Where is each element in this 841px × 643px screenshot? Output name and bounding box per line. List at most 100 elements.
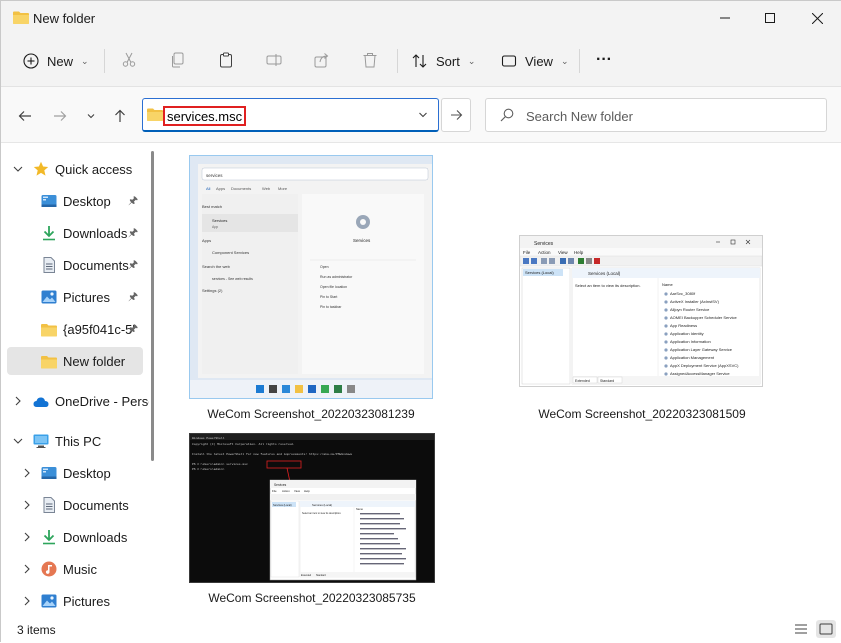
command-bar: New ⌄ Sort ⌄ View ⌄ ··· [1, 35, 841, 87]
sidebar-item-pc-documents[interactable]: Documents [1, 491, 149, 519]
menu-item: File [523, 250, 531, 255]
services-window-screenshot: Services File Action View Help Services … [520, 236, 762, 386]
apps-header: Apps [202, 238, 211, 243]
thumbnail-image: services All Apps Documents Web More Bes… [189, 155, 433, 399]
toolbar-divider [397, 49, 398, 73]
sidebar-item-label: Desktop [63, 193, 111, 209]
services-title: Services [274, 483, 287, 487]
sidebar-item-label: Downloads [63, 225, 128, 241]
back-button[interactable] [14, 105, 36, 127]
chevron-right-icon[interactable] [23, 500, 31, 510]
chevron-right-icon[interactable] [23, 564, 31, 574]
sidebar-item-label: OneDrive - Perso [55, 393, 149, 409]
sidebar-item-pc-pictures[interactable]: Pictures [1, 587, 149, 615]
console-line: Copyright (C) Microsoft Corporation. All… [192, 442, 295, 446]
file-name: WeCom Screenshot_20220323081239 [207, 407, 415, 421]
computer-icon [33, 434, 49, 448]
sidebar-item-documents[interactable]: Documents 🖈 [1, 251, 149, 279]
menu-item: Help [304, 489, 310, 493]
delete-button[interactable] [359, 49, 381, 71]
menu-item: Help [574, 250, 584, 255]
view-button[interactable]: View ⌄ [501, 45, 569, 77]
chevron-down-icon[interactable] [418, 110, 428, 120]
sidebar-item-pc-desktop[interactable]: Desktop [1, 459, 149, 487]
cut-button[interactable] [118, 49, 140, 71]
forward-button[interactable] [49, 105, 71, 127]
chevron-right-icon[interactable] [23, 532, 31, 542]
plus-circle-icon [23, 53, 39, 69]
tree-node: Services (Local) [525, 270, 554, 275]
chevron-down-icon [87, 114, 95, 119]
go-button[interactable] [441, 98, 471, 132]
sidebar-item-this-pc[interactable]: This PC [1, 427, 149, 455]
chevron-right-icon[interactable] [14, 396, 22, 406]
close-button[interactable] [794, 1, 840, 35]
chevron-right-icon[interactable] [23, 468, 31, 478]
paste-button[interactable] [215, 49, 237, 71]
copy-button[interactable] [167, 49, 189, 71]
services-title: Services [534, 241, 554, 247]
sidebar-item-desktop[interactable]: Desktop 🖈 [1, 187, 149, 215]
large-icons-view-icon [819, 623, 833, 635]
sort-button[interactable]: Sort ⌄ [412, 45, 475, 77]
recent-locations-button[interactable] [80, 105, 102, 127]
chevron-down-icon: ⌄ [81, 55, 89, 66]
sort-icon [412, 54, 427, 68]
maximize-button[interactable] [747, 1, 793, 35]
status-bar: 3 items [1, 615, 841, 643]
new-button[interactable]: New ⌄ [23, 45, 89, 77]
sidebar-item-new-folder[interactable]: New folder [7, 347, 143, 375]
sidebar-item-pc-music[interactable]: Music [1, 555, 149, 583]
arrow-up-icon [115, 109, 125, 122]
pin-icon: 🖈 [128, 194, 139, 207]
minimize-button[interactable] [702, 1, 748, 35]
preview-action: Pin to taskbar [320, 305, 342, 309]
menu-item: File [272, 489, 277, 493]
arrow-right-icon [54, 111, 67, 121]
up-button[interactable] [109, 105, 131, 127]
web-item: services - See web results [212, 277, 253, 281]
services-tab: Extended [301, 574, 312, 577]
details-view-button[interactable] [791, 620, 811, 638]
desktop-icon [41, 195, 57, 207]
sidebar-item-pc-downloads[interactable]: Downloads [1, 523, 149, 551]
share-button[interactable] [311, 49, 333, 71]
console-line: Install the latest PowerShell for new fe… [192, 452, 352, 456]
preview-title: Services [353, 238, 371, 243]
chevron-down-icon[interactable] [13, 437, 23, 445]
chevron-down-icon[interactable] [13, 165, 23, 173]
search-box[interactable]: Search New folder [485, 98, 827, 132]
pictures-icon [41, 594, 57, 608]
scissors-icon [122, 52, 136, 67]
service-row: App Readiness [670, 323, 697, 328]
address-bar[interactable]: services.msc [142, 98, 439, 132]
sidebar-item-label: This PC [55, 433, 102, 449]
sidebar-item-guid-folder[interactable]: {a95f041c-5' 🖈 [1, 315, 149, 343]
console-line: PS C:\Users\admin> services.msc [192, 462, 248, 466]
best-match-header: Best match [202, 204, 222, 209]
address-input[interactable]: services.msc [163, 106, 247, 126]
file-item[interactable]: Services File Action View Help Services … [517, 235, 767, 423]
scrollbar-thumb[interactable] [151, 151, 154, 461]
file-item[interactable]: Windows PowerShell Copyright (C) Microso… [187, 431, 437, 611]
sidebar-scrollbar[interactable] [149, 143, 157, 615]
see-more-button[interactable]: ··· [593, 49, 615, 71]
chevron-right-icon[interactable] [23, 596, 31, 606]
large-icons-view-button[interactable] [816, 620, 836, 638]
sidebar-item-downloads[interactable]: Downloads 🖈 [1, 219, 149, 247]
sidebar-item-pictures[interactable]: Pictures 🖈 [1, 283, 149, 311]
start-search-screenshot: services All Apps Documents Web More Bes… [190, 156, 432, 398]
file-item[interactable]: services All Apps Documents Web More Bes… [189, 153, 433, 423]
result-title: Services [212, 218, 227, 223]
arrow-right-icon [450, 110, 462, 120]
rename-button[interactable] [263, 49, 285, 71]
console-line: PS C:\Users\admin> [192, 467, 225, 471]
sidebar-item-quick-access[interactable]: Quick access [1, 155, 149, 183]
star-icon [33, 161, 49, 176]
apps-item: Component Services [212, 250, 249, 255]
window-title: New folder [33, 11, 96, 26]
sidebar-item-onedrive[interactable]: OneDrive - Perso [1, 387, 149, 415]
service-row: ActiveX Installer (AxInstSV) [670, 299, 720, 304]
navigation-pane: Quick access Desktop 🖈 Downloads 🖈 Docum… [1, 143, 159, 615]
file-name: WeCom Screenshot_20220323081509 [538, 407, 746, 421]
